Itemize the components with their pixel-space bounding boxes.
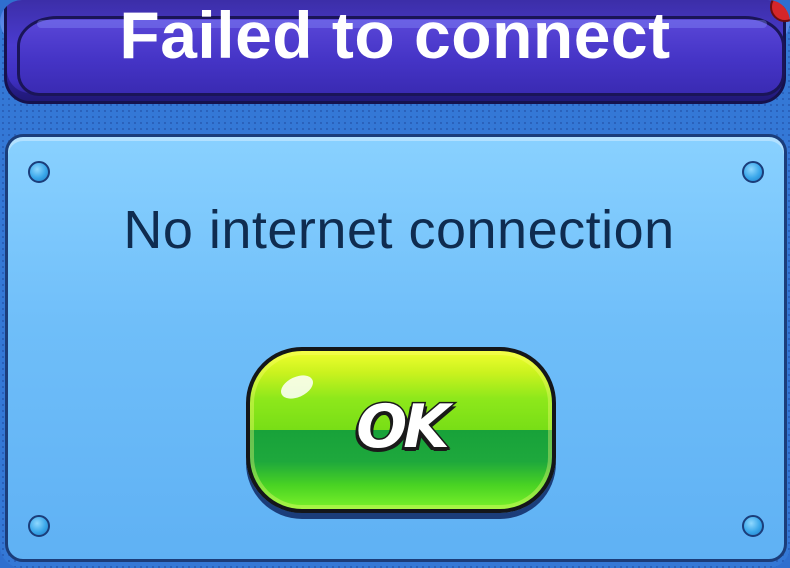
rivet-icon (742, 161, 764, 183)
ok-button[interactable]: OK (246, 347, 556, 513)
error-message: No internet connection (123, 200, 675, 260)
ok-button-label: OK (355, 391, 452, 464)
rivet-icon (28, 161, 50, 183)
rivet-icon (28, 515, 50, 537)
connection-error-dialog: Failed to connect No internet connection… (0, 0, 790, 568)
rivet-icon (742, 515, 764, 537)
dialog-title: Failed to connect (119, 0, 671, 72)
message-panel: No internet connection OK (5, 134, 787, 562)
